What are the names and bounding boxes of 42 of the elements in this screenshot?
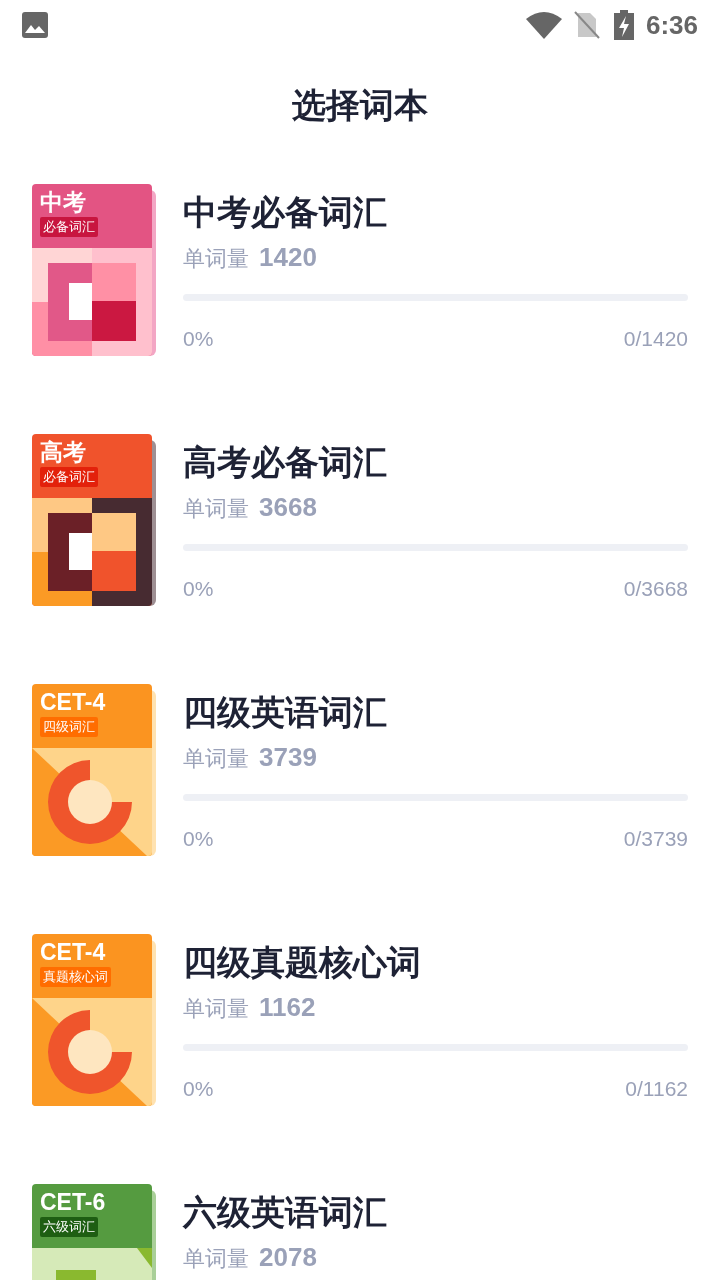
cover-tag: 必备词汇 [40,217,98,237]
cover-tag: 必备词汇 [40,467,98,487]
book-cover[interactable]: CET-6 六级词汇 [32,1184,152,1280]
word-count: 2078 [259,1241,317,1274]
book-title[interactable]: 四级英语词汇 [183,684,688,740]
word-count: 3739 [259,741,317,774]
word-count: 1162 [259,991,316,1024]
word-count-label: 单词量 [183,245,249,273]
progress-percent: 0% [183,1076,214,1102]
image-icon [22,12,48,38]
no-sim-icon [573,11,600,39]
progress-count: 0/1162 [625,1076,688,1102]
book-title[interactable]: 高考必备词汇 [183,434,688,490]
status-time: 6:36 [645,8,698,42]
progress-percent: 0% [183,576,214,602]
book-title[interactable]: 四级真题核心词 [183,934,688,990]
progress-percent: 0% [183,326,214,352]
cover-title: 高考 [40,438,86,467]
cover-tag: 六级词汇 [40,1217,98,1237]
word-count-label: 单词量 [183,995,249,1023]
word-count-label: 单词量 [183,495,249,523]
battery-charging-icon [613,10,634,40]
cover-tag: 四级词汇 [40,717,98,737]
word-count: 1420 [259,241,317,274]
book-title[interactable]: 六级英语词汇 [183,1184,688,1240]
book-cover[interactable]: 高考 必备词汇 [32,434,152,606]
book-title[interactable]: 中考必备词汇 [183,184,688,240]
page-title: 选择词本 [292,84,428,126]
progress-count: 0/3739 [623,826,688,852]
cover-title: CET-4 [40,938,106,967]
progress-count: 0/1420 [623,326,688,352]
word-count: 3668 [259,491,317,524]
progress-percent: 0% [183,826,214,852]
cover-title: CET-6 [40,1188,106,1217]
word-count-label: 单词量 [183,745,249,773]
progress-count: 0/3668 [623,576,688,602]
cover-tag: 真题核心词 [40,967,111,987]
cover-title: 中考 [40,188,86,217]
cover-title: CET-4 [40,688,106,717]
word-count-label: 单词量 [183,1245,249,1273]
book-cover[interactable]: 中考 必备词汇 [32,184,152,356]
wifi-icon [525,11,562,39]
